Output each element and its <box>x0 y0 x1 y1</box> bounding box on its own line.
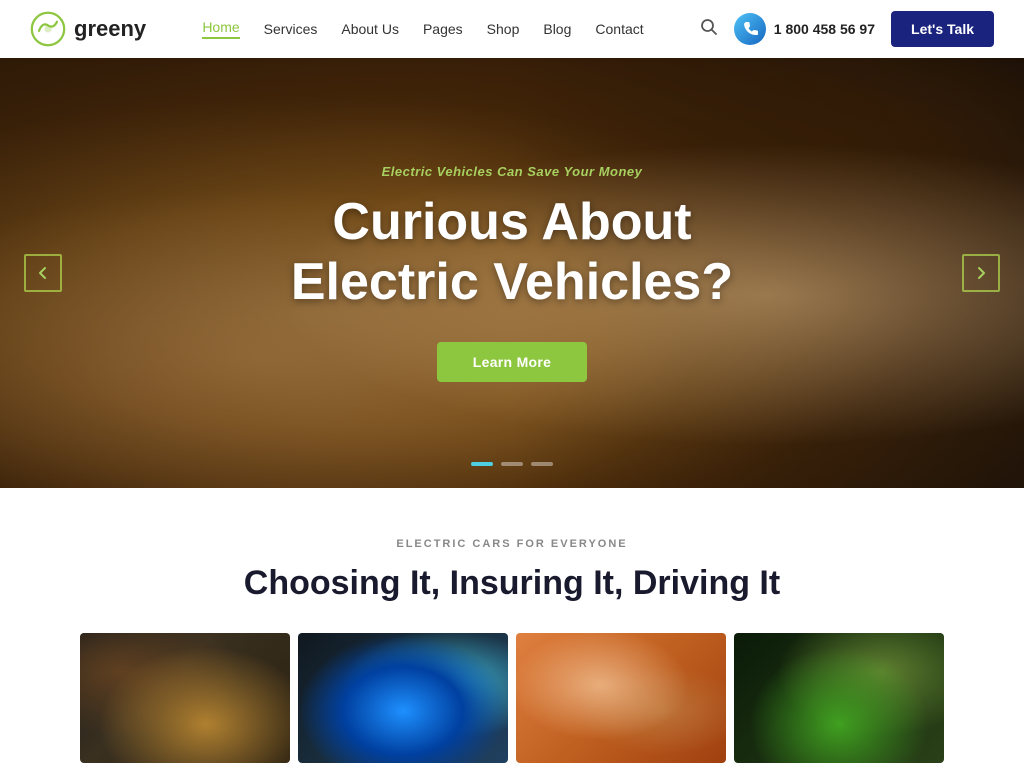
section-title: Choosing It, Insuring It, Driving It <box>30 564 994 603</box>
card-4[interactable] <box>734 633 944 763</box>
card-1[interactable] <box>80 633 290 763</box>
logo[interactable]: greeny <box>30 11 146 47</box>
header: greeny Home Services About Us Pages Shop… <box>0 0 1024 58</box>
nav-item-pages[interactable]: Pages <box>423 21 463 37</box>
slider-next-button[interactable] <box>962 254 1000 292</box>
hero-title-line2: Electric Vehicles? <box>291 253 733 311</box>
section-eyebrow: ELECTRIC CARS FOR EVERYONE <box>30 538 994 550</box>
nav-item-blog[interactable]: Blog <box>543 21 571 37</box>
search-icon[interactable] <box>700 18 718 41</box>
nav-item-shop[interactable]: Shop <box>487 21 520 37</box>
slider-dots <box>471 462 553 466</box>
phone-icon <box>734 13 766 45</box>
card-grid <box>30 633 994 763</box>
card-2[interactable] <box>298 633 508 763</box>
slider-dot-3[interactable] <box>531 462 553 466</box>
cars-section: ELECTRIC CARS FOR EVERYONE Choosing It, … <box>0 488 1024 763</box>
phone-number: 1 800 458 56 97 <box>774 21 875 37</box>
header-right: 1 800 458 56 97 Let's Talk <box>700 11 994 47</box>
logo-icon <box>30 11 66 47</box>
lets-talk-button[interactable]: Let's Talk <box>891 11 994 47</box>
hero-title: Curious About Electric Vehicles? <box>291 193 733 313</box>
hero-cta-button[interactable]: Learn More <box>437 342 587 382</box>
card-3[interactable] <box>516 633 726 763</box>
hero-subtitle: Electric Vehicles Can Save Your Money <box>382 164 643 179</box>
hero-title-line1: Curious About <box>332 193 691 251</box>
main-nav: Home Services About Us Pages Shop Blog C… <box>202 19 643 39</box>
slider-prev-button[interactable] <box>24 254 62 292</box>
phone-section: 1 800 458 56 97 <box>734 13 875 45</box>
logo-text: greeny <box>74 16 146 42</box>
slider-dot-1[interactable] <box>471 462 493 466</box>
hero-section: Electric Vehicles Can Save Your Money Cu… <box>0 58 1024 488</box>
nav-item-about[interactable]: About Us <box>341 21 399 37</box>
slider-dot-2[interactable] <box>501 462 523 466</box>
nav-item-contact[interactable]: Contact <box>595 21 643 37</box>
nav-item-services[interactable]: Services <box>264 21 318 37</box>
nav-item-home[interactable]: Home <box>202 19 239 39</box>
hero-content: Electric Vehicles Can Save Your Money Cu… <box>0 58 1024 488</box>
